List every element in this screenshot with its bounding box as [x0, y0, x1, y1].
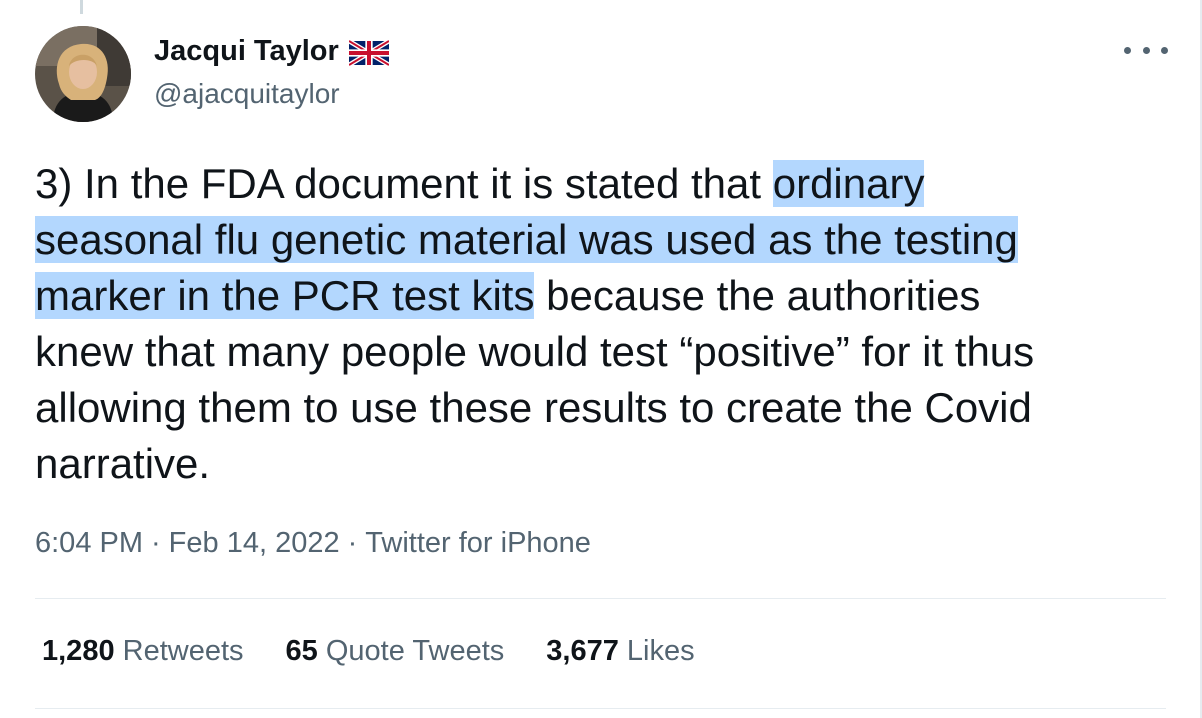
author-handle[interactable]: @ajacquitaylor: [154, 76, 340, 112]
likes-stat[interactable]: 3,677 Likes: [546, 632, 694, 670]
tweet-text-line: seasonal flu genetic material was used a…: [35, 212, 1185, 268]
tweet-text-line: allowing them to use these results to cr…: [35, 384, 1032, 431]
avatar[interactable]: [35, 26, 131, 122]
more-icon-dot: [1124, 46, 1131, 54]
retweets-stat[interactable]: 1,280 Retweets: [42, 632, 244, 670]
meta-separator: ·: [151, 527, 161, 559]
more-icon-dot: [1161, 46, 1168, 54]
likes-label: Likes: [626, 635, 695, 667]
selected-text: marker in the PCR test kits: [35, 272, 535, 319]
author-name-text[interactable]: Jacqui Taylor: [154, 32, 339, 70]
quote-tweets-stat[interactable]: 65 Quote Tweets: [286, 632, 505, 670]
more-icon-dot: [1142, 46, 1150, 54]
tweet-text: 3) In the FDA document it is stated that…: [35, 156, 1185, 492]
tweet-page: Jacqui Taylor @ajacquitaylor 3) In the F…: [0, 0, 1202, 718]
tweet-date[interactable]: Feb 14, 2022: [169, 527, 340, 559]
tweet-metadata: 6:04 PM · Feb 14, 2022 · Twitter for iPhone: [35, 524, 591, 562]
retweets-label: Retweets: [122, 635, 244, 667]
tweet-text-line: marker in the PCR test kits because the …: [35, 272, 981, 319]
avatar-image: [35, 26, 131, 122]
tweet-time[interactable]: 6:04 PM: [35, 527, 143, 559]
quotes-label: Quote Tweets: [325, 635, 505, 667]
divider: [35, 598, 1166, 599]
selected-text: ordinary: [772, 160, 925, 207]
tweet-text-line: narrative.: [35, 440, 211, 487]
tweet-source[interactable]: Twitter for iPhone: [365, 527, 591, 559]
thread-connector-line: [80, 0, 83, 14]
selected-text: seasonal flu genetic material was used a…: [35, 216, 1018, 263]
tweet-text-line: 3) In the FDA document it is stated that…: [35, 160, 925, 207]
uk-flag-icon: [347, 38, 391, 68]
divider: [35, 708, 1166, 709]
meta-separator: ·: [347, 527, 358, 559]
retweets-count: 1,280: [42, 635, 115, 667]
tweet-text-line: knew that many people would test “positi…: [35, 328, 1035, 375]
author-name[interactable]: Jacqui Taylor: [154, 32, 391, 70]
tweet-stats: 1,280 Retweets 65 Quote Tweets 3,677 Lik…: [42, 632, 695, 670]
likes-count: 3,677: [546, 635, 619, 667]
more-options-button[interactable]: [1124, 36, 1168, 64]
quotes-count: 65: [285, 635, 318, 667]
